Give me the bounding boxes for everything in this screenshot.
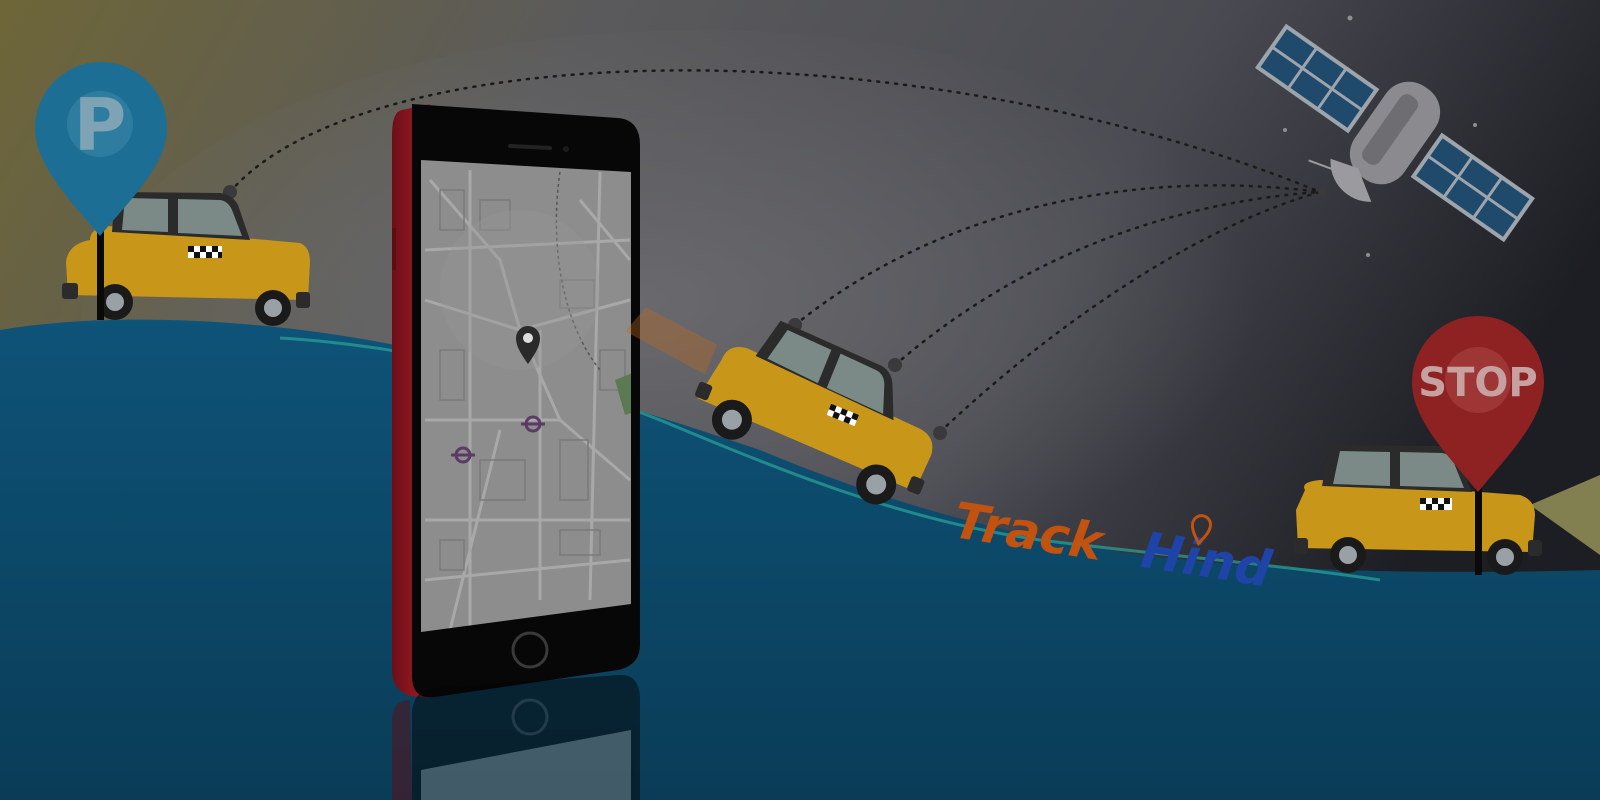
- phone-volume-button: [392, 228, 396, 270]
- parking-pin-label: P: [74, 83, 127, 167]
- phone-reflection: [392, 674, 640, 800]
- phone-camera: [563, 146, 569, 152]
- phone-speaker: [508, 144, 552, 150]
- stop-pin-label: STOP: [1418, 360, 1537, 406]
- smartphone: [392, 104, 640, 698]
- hero-illustration: P Track Hind STOP: [0, 0, 1600, 800]
- map-screen: [421, 160, 631, 632]
